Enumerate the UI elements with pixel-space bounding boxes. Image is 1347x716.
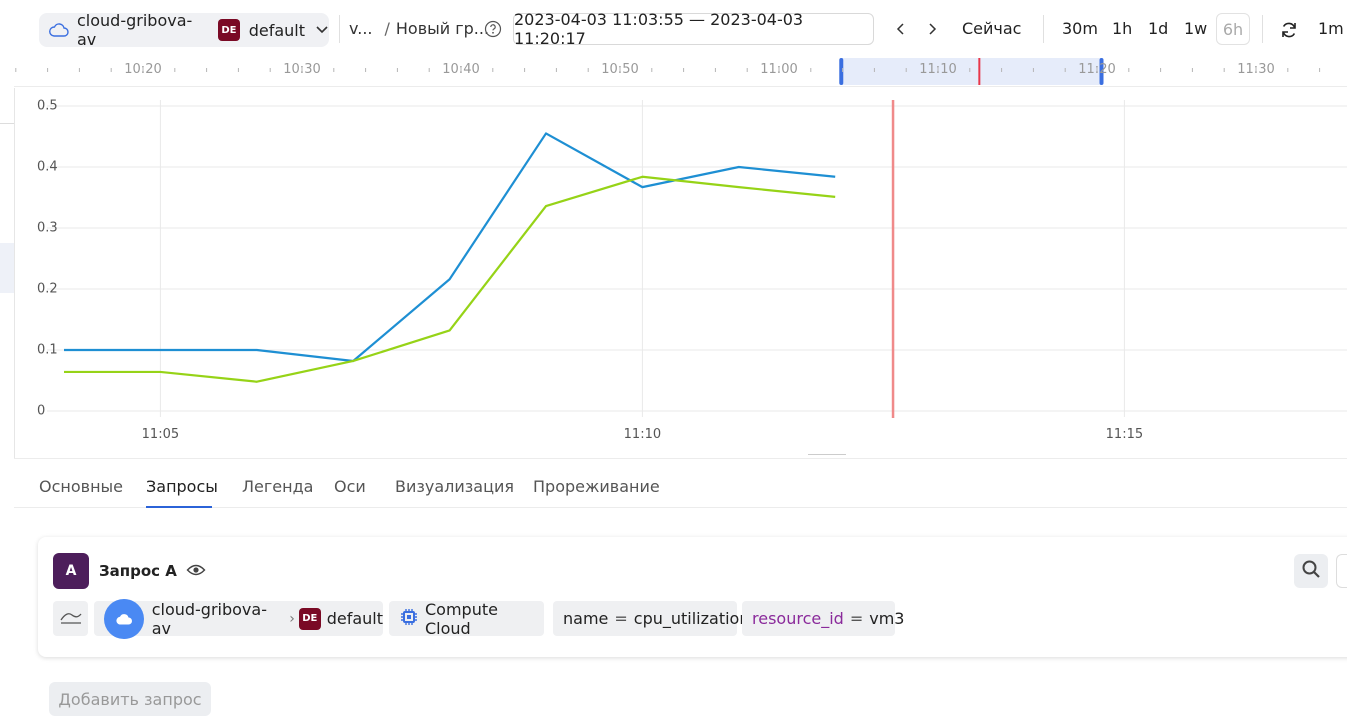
now-button[interactable]: Сейчас xyxy=(962,19,1021,38)
label-filter-resource-id[interactable]: resource_id = vm3 xyxy=(742,601,895,636)
toolbar-separator xyxy=(339,15,340,43)
label-filter-name[interactable]: name = cpu_utilization xyxy=(553,601,737,636)
tab-legend[interactable]: Легенда xyxy=(242,477,313,496)
tab-queries[interactable]: Запросы xyxy=(146,477,218,496)
label-key: resource_id xyxy=(752,609,844,628)
y-tick-label: 0.4 xyxy=(37,160,58,175)
toolbar-separator xyxy=(1043,15,1044,43)
y-tick-label: 0 xyxy=(37,404,45,419)
tab-axes[interactable]: Оси xyxy=(334,477,366,496)
query-service-selector[interactable]: Compute Cloud xyxy=(389,601,544,636)
label-operator: = xyxy=(850,609,863,628)
left-panel-edge xyxy=(0,88,15,458)
x-tick-label: 11:05 xyxy=(142,427,179,442)
refresh-icon[interactable] xyxy=(1279,20,1299,40)
more-button[interactable] xyxy=(1336,554,1347,588)
line-chart[interactable]: 0 0.1 0.2 0.3 0.4 0.5 11:05 11:10 11:15 xyxy=(14,88,1347,458)
tab-downsampling[interactable]: Прореживание xyxy=(533,477,660,496)
toolbar-separator xyxy=(1262,15,1263,43)
y-tick-label: 0.5 xyxy=(37,99,58,114)
timeline-label: 10:30 xyxy=(283,62,320,77)
chevron-left-icon[interactable] xyxy=(895,22,907,36)
breadcrumb-page[interactable]: Новый гр... xyxy=(396,19,489,38)
folder-badge: DE xyxy=(218,19,240,41)
query-cloud-selector[interactable]: cloud-gribova-av › DE default xyxy=(94,601,383,636)
chart-type-selector[interactable] xyxy=(53,601,88,636)
search-icon xyxy=(1301,559,1321,583)
timeline-label: 11:00 xyxy=(760,62,797,77)
x-tick-label: 11:10 xyxy=(624,427,661,442)
y-tick-label: 0.1 xyxy=(37,343,58,358)
label-value: vm3 xyxy=(869,609,904,628)
line-type-icon xyxy=(59,608,83,630)
cloud-folder-selector[interactable]: cloud-gribova-av DE default xyxy=(39,13,329,47)
chevron-right-icon: › xyxy=(289,611,295,627)
top-toolbar: cloud-gribova-av DE default v... / Новый… xyxy=(0,0,1347,58)
tab-visualization[interactable]: Визуализация xyxy=(395,477,514,496)
query-folder-name: default xyxy=(327,609,383,628)
compute-cloud-icon xyxy=(399,607,419,631)
cloud-name: cloud-gribova-av xyxy=(77,11,209,49)
breadcrumb-root[interactable]: v... xyxy=(349,19,372,38)
timeline-label: 11:10 xyxy=(919,62,956,77)
cloud-icon xyxy=(49,23,69,37)
label-key: name xyxy=(563,609,608,628)
search-button[interactable] xyxy=(1294,554,1328,588)
timeline-label: 10:40 xyxy=(442,62,479,77)
range-6h-button[interactable]: 6h xyxy=(1216,13,1250,45)
chart-plot xyxy=(14,88,1347,458)
tab-main[interactable]: Основные xyxy=(39,477,123,496)
chevron-right-icon[interactable] xyxy=(926,22,938,36)
timeline-selection xyxy=(841,58,1101,85)
timeline-now-marker xyxy=(978,58,980,85)
y-tick-label: 0.3 xyxy=(37,221,58,236)
folder-badge: DE xyxy=(299,608,321,630)
left-panel-divider xyxy=(0,123,14,124)
refresh-interval[interactable]: 1m xyxy=(1318,19,1344,38)
breadcrumb: v... / Новый гр... xyxy=(349,19,489,38)
timeline-navigator[interactable]: 10:20 10:30 10:40 10:50 11:00 11:10 11:20 11:30 xyxy=(14,58,1347,87)
timeline-label: 11:20 xyxy=(1078,62,1115,77)
query-title[interactable]: Запрос A xyxy=(99,562,177,580)
label-value: cpu_utilization xyxy=(634,609,750,628)
folder-name: default xyxy=(249,21,305,40)
timeline-label: 11:30 xyxy=(1237,62,1274,77)
chevron-down-icon xyxy=(315,22,329,38)
left-panel-highlight xyxy=(0,243,14,293)
settings-tabs: Основные Запросы Легенда Оси Визуализаци… xyxy=(14,458,1347,508)
help-icon[interactable] xyxy=(484,20,502,38)
range-1d-button[interactable]: 1d xyxy=(1148,19,1168,38)
query-service-name: Compute Cloud xyxy=(425,600,544,638)
add-query-button[interactable]: Добавить запрос xyxy=(49,682,211,716)
range-1h-button[interactable]: 1h xyxy=(1112,19,1132,38)
query-letter-badge: A xyxy=(53,553,89,589)
query-cloud-name: cloud-gribova-av xyxy=(152,600,286,638)
y-tick-label: 0.2 xyxy=(37,282,58,297)
series-line-1 xyxy=(64,133,835,361)
query-card: A Запрос A cloud-gribova-av › DE default… xyxy=(38,537,1347,657)
x-tick-label: 11:15 xyxy=(1106,427,1143,442)
breadcrumb-separator: / xyxy=(384,19,389,38)
date-range-input[interactable]: 2023-04-03 11:03:55 — 2023-04-03 11:20:1… xyxy=(513,13,874,45)
active-tab-indicator xyxy=(146,506,212,508)
range-1w-button[interactable]: 1w xyxy=(1184,19,1207,38)
eye-icon[interactable] xyxy=(186,563,206,577)
label-operator: = xyxy=(614,609,627,628)
timeline-ticks xyxy=(14,58,1347,86)
timeline-label: 10:50 xyxy=(601,62,638,77)
range-30m-button[interactable]: 30m xyxy=(1062,19,1098,38)
cloud-icon xyxy=(104,599,144,639)
timeline-label: 10:20 xyxy=(124,62,161,77)
